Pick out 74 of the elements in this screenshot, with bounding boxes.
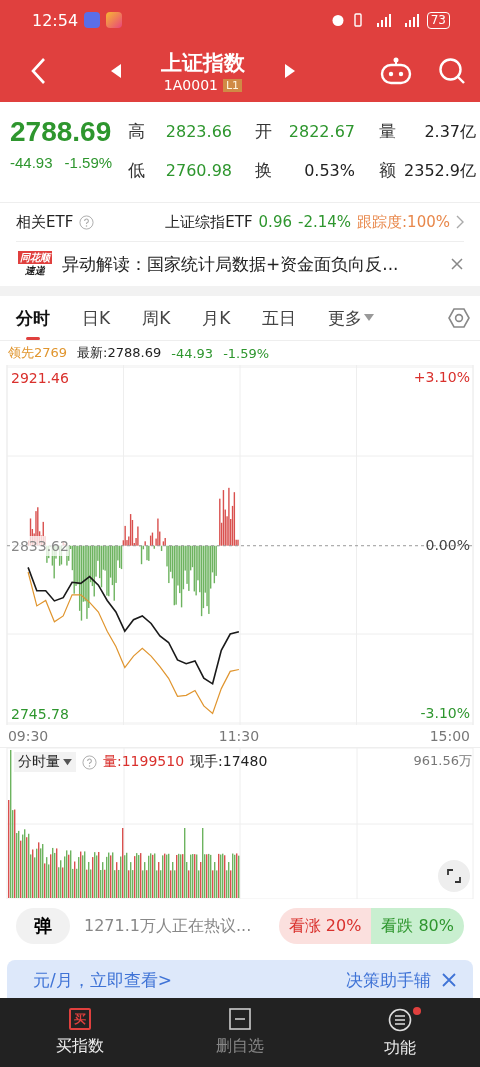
- volume-selector[interactable]: 分时量: [14, 752, 76, 772]
- logo-text: 速递: [25, 264, 45, 277]
- chart-tab[interactable]: 更多: [328, 300, 375, 336]
- buy-icon: 买: [69, 1008, 91, 1030]
- previous-icon[interactable]: [111, 64, 121, 78]
- close-icon[interactable]: [450, 257, 464, 271]
- field-label: 开: [254, 120, 272, 143]
- nav-item[interactable]: 功能: [320, 998, 480, 1067]
- percent-axis-label: +3.10%: [413, 368, 470, 387]
- price-axis-label: 2833.62: [11, 535, 69, 556]
- price-change: -44.93: [10, 154, 53, 171]
- app-icon: [106, 12, 123, 28]
- etf-change: -2.14%: [298, 213, 352, 231]
- bullish-button[interactable]: 看涨 20%: [278, 908, 372, 944]
- app-icon: [84, 12, 101, 28]
- field-label: 换: [254, 159, 272, 182]
- field-value: 2822.67: [287, 122, 356, 141]
- index-title: 上证指数: [161, 50, 245, 77]
- field-value: 0.53%: [303, 161, 356, 180]
- field-label: 量: [378, 120, 396, 143]
- percent-axis-label: -3.10%: [420, 704, 470, 723]
- news-headline[interactable]: 异动解读：国家统计局数据+资金面负向反...: [62, 252, 442, 276]
- promo-text: 决策助手辅: [346, 968, 431, 992]
- change-percent: -1.59%: [64, 154, 113, 171]
- logo-text: 同花顺: [18, 251, 52, 264]
- current-hand: 现手:17480: [190, 753, 268, 771]
- field-value: 2352.9亿: [403, 161, 477, 182]
- chart-tab[interactable]: 五日: [262, 300, 297, 336]
- etf-label: 相关ETF: [16, 212, 74, 232]
- change-percent: -1.59%: [223, 345, 270, 361]
- nav-item[interactable]: 买 买指数: [0, 998, 160, 1067]
- field-value: 2823.66: [164, 122, 233, 141]
- price-change: -44.93: [171, 345, 214, 361]
- search-icon[interactable]: [438, 57, 466, 85]
- robot-icon[interactable]: [380, 57, 412, 85]
- price-axis-label: 2745.78: [11, 704, 69, 724]
- percent-axis-label: 0.00%: [425, 536, 470, 555]
- caret-icon: [63, 758, 72, 766]
- next-icon[interactable]: [285, 64, 295, 78]
- battery-level: 73: [426, 11, 450, 29]
- chart-tab[interactable]: 月K: [202, 300, 231, 336]
- current-price: 2788.69: [10, 116, 113, 148]
- etf-price: 0.96: [258, 213, 292, 231]
- back-icon[interactable]: [30, 57, 46, 85]
- expand-icon: [446, 868, 462, 884]
- menu-icon: [388, 1008, 412, 1032]
- etf-name[interactable]: 上证综指ETF: [165, 212, 253, 232]
- field-value: 2760.98: [164, 161, 233, 180]
- field-label: 额: [378, 159, 396, 182]
- volume-max-label: 961.56万: [413, 752, 472, 770]
- time-axis-label: 15:00: [429, 728, 470, 744]
- close-icon[interactable]: [441, 972, 457, 988]
- fullscreen-button[interactable]: [438, 860, 470, 892]
- chart-tab[interactable]: 周K: [142, 300, 171, 336]
- level-badge: L1: [223, 78, 243, 92]
- minus-box-icon: [229, 1008, 251, 1030]
- latest-price: 最新:2788.69: [77, 344, 162, 362]
- lead-value: 领先2769: [8, 344, 68, 362]
- promo-link[interactable]: 元/月，立即查看>: [33, 968, 172, 992]
- danmaku-button[interactable]: 弹: [16, 908, 70, 944]
- chart-tab[interactable]: 日K: [82, 300, 111, 336]
- field-value: 2.37亿: [423, 122, 477, 143]
- discussion-count: 1271.1万人正在热议...: [84, 915, 253, 937]
- status-time: 12:54: [32, 10, 79, 30]
- time-axis-label: 11:30: [218, 728, 260, 744]
- tracking-rate: 跟踪度:100%: [357, 212, 450, 232]
- field-label: 低: [127, 159, 145, 182]
- field-label: 高: [127, 120, 145, 143]
- index-code: 1A0001: [163, 77, 218, 93]
- chevron-right-icon[interactable]: [456, 215, 464, 229]
- settings-icon[interactable]: [448, 307, 470, 329]
- price-axis-label: 2921.46: [11, 368, 69, 388]
- volume-value: 量:1199510: [103, 753, 185, 771]
- time-axis-label: 09:30: [7, 728, 49, 744]
